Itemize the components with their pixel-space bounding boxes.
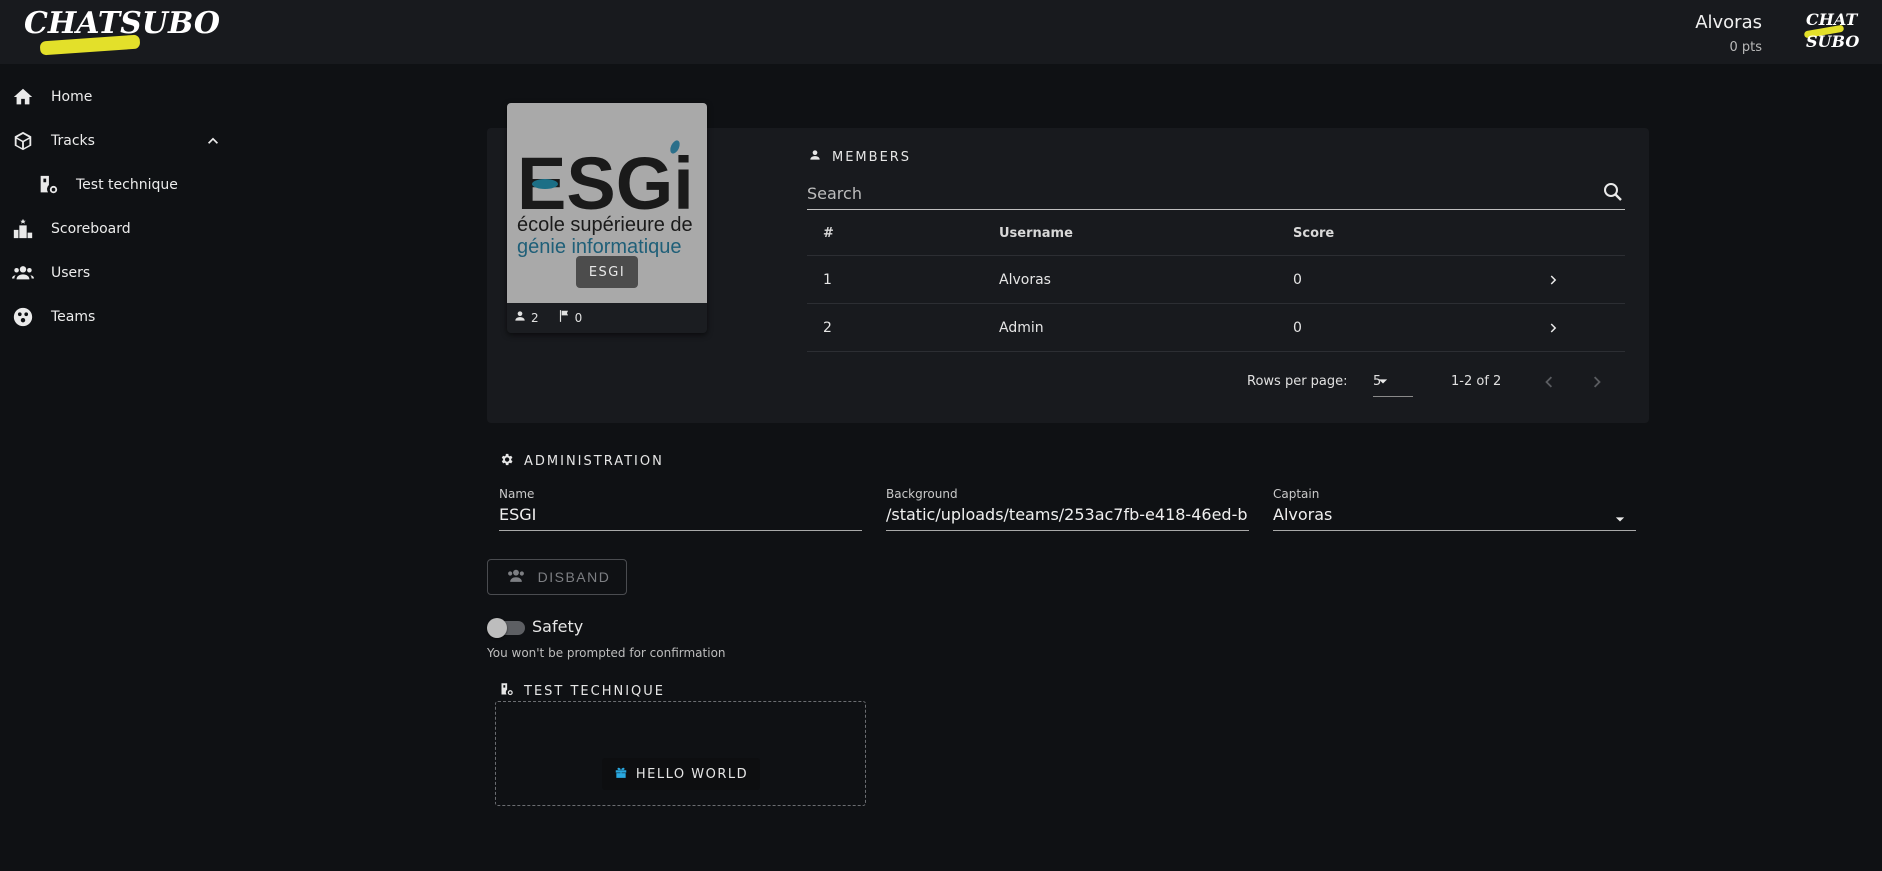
gear-icon — [499, 452, 514, 471]
chevron-up-icon[interactable] — [203, 131, 223, 151]
avatar[interactable]: CHAT SUBO — [1800, 10, 1859, 54]
chevron-right-icon[interactable] — [1545, 304, 1563, 351]
avatar-text-top: CHAT — [1806, 10, 1858, 29]
field-label: Background — [886, 487, 958, 501]
cube-icon — [12, 130, 34, 152]
sidebar-item-label: Users — [51, 265, 91, 281]
challenge-hello-world[interactable]: HELLO WORLD — [602, 758, 760, 790]
field-label: Captain — [1273, 487, 1320, 501]
field-value[interactable]: /static/uploads/teams/253ac7fb-e418-46ed… — [886, 505, 1249, 524]
disband-button[interactable]: DISBAND — [487, 559, 627, 595]
sidebar-item-label: Home — [51, 89, 93, 105]
team-stats: 2 0 — [513, 309, 582, 326]
table-row[interactable]: 2 Admin 0 — [807, 304, 1625, 352]
row-rank: 2 — [823, 319, 832, 336]
sidebar-item-home[interactable]: Home — [0, 75, 245, 119]
members-table: # Username Score 1 Alvoras 0 2 Admin 0 — [807, 212, 1625, 352]
rows-per-page-select[interactable]: 5 — [1373, 367, 1413, 397]
safety-toggle[interactable] — [487, 618, 525, 638]
table-header: # Username Score — [807, 212, 1625, 256]
administration-title: ADMINISTRATION — [524, 454, 664, 469]
field-value[interactable]: ESGI — [499, 505, 862, 524]
sidebar-item-label: Scoreboard — [51, 221, 131, 237]
safety-hint: You won't be prompted for confirmation — [487, 646, 726, 660]
user-points: 0 pts — [1729, 40, 1762, 55]
administration-section-title: ADMINISTRATION — [499, 452, 664, 471]
row-username: Alvoras — [999, 271, 1051, 288]
members-search[interactable] — [807, 178, 1625, 210]
team-name-field[interactable]: Name ESGI — [499, 487, 862, 531]
person-icon — [513, 309, 527, 326]
track-challenges: HELLO WORLD — [495, 701, 866, 806]
members-title: MEMBERS — [832, 149, 912, 165]
table-pagination: Rows per page: 5 1-2 of 2 — [807, 367, 1625, 397]
gift-icon — [614, 765, 628, 783]
track-icon — [499, 682, 514, 701]
disband-label: DISBAND — [537, 569, 611, 585]
group-remove-icon — [504, 566, 528, 589]
sidebar-item-label: Teams — [51, 309, 96, 325]
chevron-right-icon[interactable] — [1545, 256, 1563, 303]
podium-icon — [12, 218, 34, 240]
row-rank: 1 — [823, 271, 832, 288]
rows-per-page-label: Rows per page: — [1247, 374, 1348, 389]
top-bar: CHATSUBO Alvoras 0 pts CHAT SUBO — [0, 0, 1882, 64]
caret-down-icon[interactable] — [1610, 509, 1630, 533]
background-field[interactable]: Background /static/uploads/teams/253ac7f… — [886, 487, 1249, 531]
previous-page-icon[interactable] — [1537, 371, 1559, 397]
pagination-range: 1-2 of 2 — [1451, 374, 1502, 389]
logo-drop — [532, 179, 558, 189]
sidebar-item-scoreboard[interactable]: Scoreboard — [0, 207, 245, 251]
column-rank[interactable]: # — [823, 212, 834, 255]
captain-select[interactable]: Captain Alvoras — [1273, 487, 1636, 531]
table-row[interactable]: 1 Alvoras 0 — [807, 256, 1625, 304]
column-score[interactable]: Score — [1293, 212, 1334, 255]
sidebar-item-users[interactable]: Users — [0, 251, 245, 295]
field-value: Alvoras — [1273, 505, 1333, 524]
next-page-icon[interactable] — [1587, 371, 1609, 397]
search-input[interactable] — [807, 178, 1625, 208]
sidebar-item-label: Test technique — [76, 177, 178, 193]
search-icon[interactable] — [1601, 180, 1625, 208]
sidebar-item-tracks[interactable]: Tracks — [0, 119, 245, 163]
field-label: Name — [499, 487, 535, 501]
column-username[interactable]: Username — [999, 212, 1073, 255]
logo-line-1: école supérieure de — [517, 214, 693, 236]
logo-text: CHATSUBO — [24, 6, 221, 41]
flags-count: 0 — [574, 310, 583, 325]
challenge-label: HELLO WORLD — [635, 766, 749, 782]
app-logo[interactable]: CHATSUBO — [24, 6, 220, 56]
sidebar-item-teams[interactable]: Teams — [0, 295, 245, 339]
members-section-title: MEMBERS — [808, 148, 911, 166]
team-logo-image: ESGi école supérieure de génie informati… — [507, 103, 707, 303]
user-name: Alvoras — [1695, 12, 1762, 33]
teams-icon — [12, 306, 34, 328]
home-icon — [12, 86, 34, 108]
sidebar-item-label: Tracks — [51, 133, 95, 149]
team-card[interactable]: ESGi école supérieure de génie informati… — [507, 103, 707, 333]
flag-icon — [557, 309, 571, 326]
safety-label: Safety — [532, 617, 584, 636]
user-info[interactable]: Alvoras 0 pts — [1695, 12, 1762, 55]
row-score: 0 — [1293, 319, 1302, 336]
row-username: Admin — [999, 319, 1044, 336]
track-section-title: TEST TECHNIQUE — [499, 682, 665, 701]
track-icon — [37, 174, 59, 196]
person-icon — [808, 148, 822, 166]
members-count: 2 — [531, 310, 539, 325]
toggle-knob — [487, 618, 507, 638]
caret-down-icon — [1373, 371, 1413, 395]
users-icon — [12, 262, 34, 284]
avatar-text-bottom: SUBO — [1806, 32, 1860, 51]
row-score: 0 — [1293, 271, 1302, 288]
track-title: TEST TECHNIQUE — [524, 684, 666, 699]
sidebar: Home Tracks Test technique Scoreboard Us… — [0, 64, 245, 339]
logo-line-2: génie informatique — [517, 236, 682, 258]
team-name-badge: ESGI — [576, 256, 638, 288]
sidebar-item-test-technique[interactable]: Test technique — [0, 163, 245, 207]
